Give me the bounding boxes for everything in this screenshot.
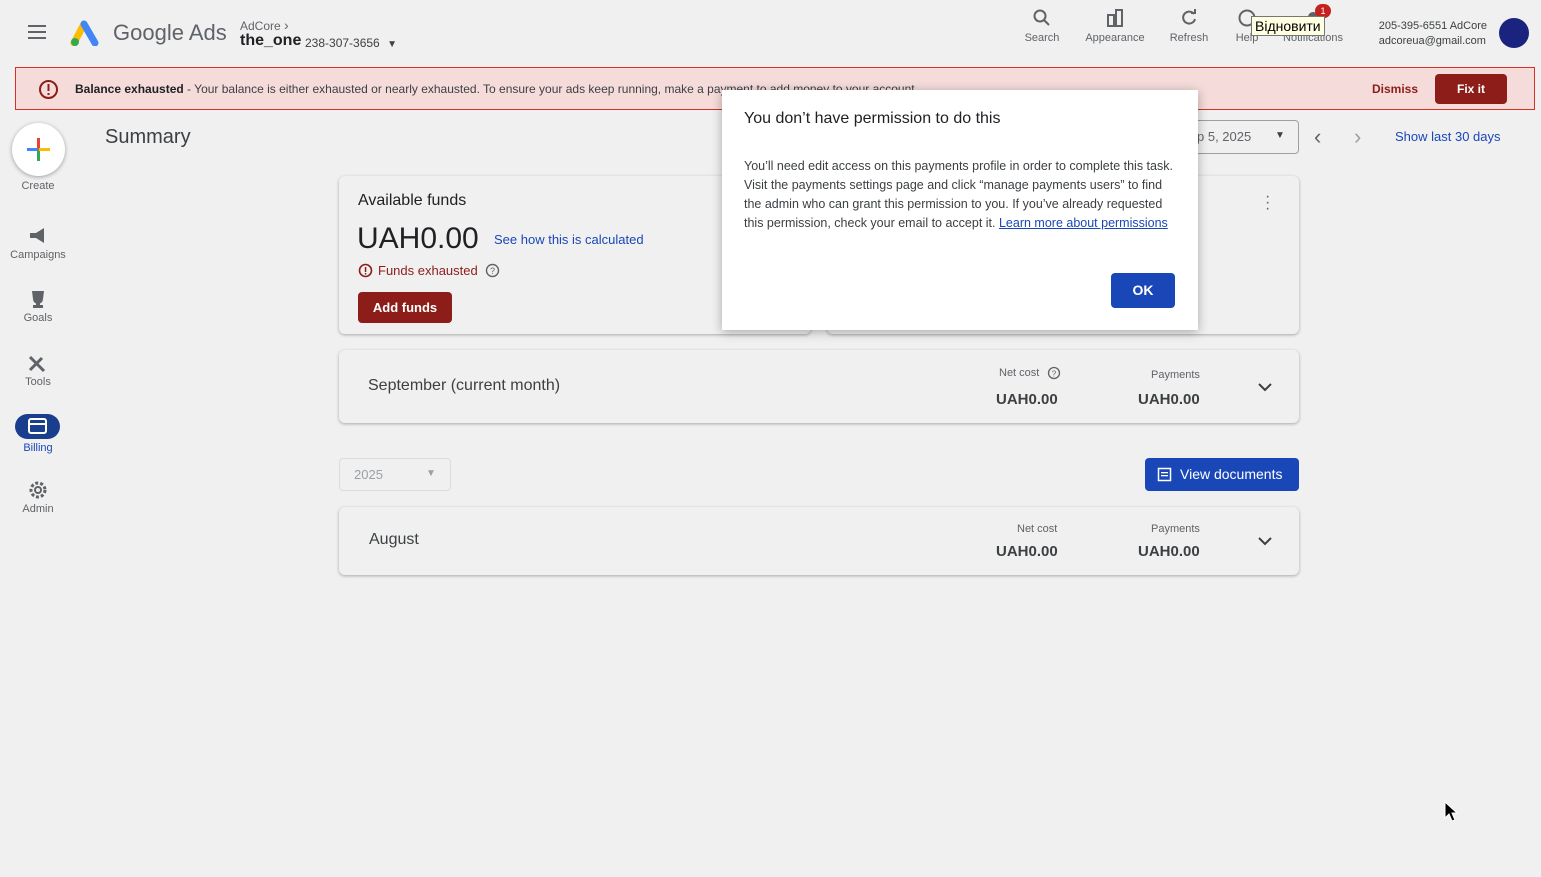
chevron-down-icon[interactable]: [1256, 535, 1274, 547]
net-cost-label: Net cost: [999, 367, 1040, 379]
year-select[interactable]: 2025 ▼: [339, 458, 451, 491]
chevron-right-icon: ›: [284, 17, 289, 33]
avatar[interactable]: [1499, 18, 1529, 48]
chevron-down-icon[interactable]: [1256, 381, 1274, 393]
funds-status: Funds exhausted: [378, 263, 478, 278]
account-parent[interactable]: AdCore ›: [240, 17, 289, 33]
menu-icon[interactable]: [26, 22, 48, 42]
svg-text:?: ?: [1052, 370, 1057, 379]
dialog-title: You don’t have permission to do this: [744, 110, 1001, 127]
create-button[interactable]: [12, 123, 65, 176]
view-documents-label: View documents: [1180, 466, 1283, 482]
current-month-title: September (current month): [368, 377, 561, 394]
view-documents-button[interactable]: View documents: [1145, 458, 1299, 491]
user-phone: 205-395-6551 AdCore: [1378, 20, 1487, 32]
help-icon[interactable]: ?: [1047, 366, 1061, 380]
error-icon: [358, 263, 373, 278]
google-ads-logo[interactable]: [70, 18, 102, 46]
gear-icon: [29, 481, 47, 499]
megaphone-icon: [30, 228, 44, 243]
available-funds-title: Available funds: [358, 192, 467, 209]
refresh-button[interactable]: Refresh: [1165, 8, 1213, 44]
august-title: August: [369, 531, 419, 548]
search-icon: [1033, 9, 1050, 26]
appearance-icon: [1107, 9, 1123, 27]
year-value: 2025: [354, 467, 383, 482]
learn-more-link[interactable]: Learn more about permissions: [999, 216, 1168, 230]
sidebar-item-admin[interactable]: Admin: [0, 480, 76, 515]
document-icon: [1157, 467, 1172, 482]
user-account-info[interactable]: 205-395-6551 AdCore adcoreua@gmail.com: [1379, 19, 1487, 49]
net-cost-value: UAH0.00: [996, 391, 1058, 408]
search-label: Search: [1024, 32, 1060, 44]
sidebar-item-label: Admin: [22, 503, 54, 515]
sidebar-item-tools[interactable]: Tools: [0, 353, 76, 388]
svg-text:?: ?: [490, 266, 495, 276]
dropdown-arrow-icon: ▼: [1275, 130, 1285, 141]
more-options-icon[interactable]: · · ·: [1265, 189, 1270, 217]
search-button[interactable]: Search: [1019, 8, 1065, 44]
brand-name: Google Ads: [113, 20, 227, 45]
previous-period-button[interactable]: ‹: [1314, 124, 1321, 150]
net-cost-value: UAH0.00: [996, 543, 1058, 560]
user-email: adcoreua@gmail.com: [1378, 35, 1486, 47]
available-funds-amount: UAH0.00: [357, 222, 479, 255]
sidebar-item-campaigns[interactable]: Campaigns: [0, 226, 76, 261]
appearance-button[interactable]: Appearance: [1080, 8, 1150, 44]
dialog-body: You’ll need edit access on this payments…: [744, 157, 1180, 233]
show-last-30-days[interactable]: Show last 30 days: [1395, 129, 1501, 144]
trophy-icon: [32, 291, 44, 308]
net-cost-label: Net cost: [1017, 523, 1058, 535]
mouse-cursor-icon: [1444, 801, 1459, 822]
account-id[interactable]: 238-307-3656 ▼: [305, 36, 397, 50]
appearance-label: Appearance: [1085, 32, 1145, 44]
payments-label: Payments: [1151, 523, 1200, 535]
help-icon[interactable]: ?: [485, 263, 500, 278]
permission-dialog: You don’t have permission to do this You…: [722, 90, 1198, 330]
refresh-label: Refresh: [1169, 32, 1209, 44]
next-period-button[interactable]: ›: [1354, 124, 1361, 150]
dismiss-button[interactable]: Dismiss: [1372, 82, 1418, 96]
payments-label: Payments: [1151, 369, 1200, 381]
sidebar-item-label: Tools: [25, 376, 51, 388]
payments-value: UAH0.00: [1138, 391, 1200, 408]
ok-button[interactable]: OK: [1111, 273, 1175, 308]
billing-active-pill[interactable]: [15, 414, 60, 439]
fix-it-button[interactable]: Fix it: [1435, 74, 1507, 104]
plus-icon: [27, 138, 50, 161]
sidebar-item-billing[interactable]: Billing: [0, 442, 76, 454]
add-funds-button[interactable]: Add funds: [358, 292, 452, 323]
refresh-tooltip: Відновити: [1251, 16, 1325, 36]
sidebar-item-label: Campaigns: [10, 249, 66, 261]
refresh-icon: [1182, 9, 1196, 25]
tools-icon: [28, 355, 46, 373]
payments-value: UAH0.00: [1138, 543, 1200, 560]
dropdown-arrow-icon: ▼: [387, 39, 397, 50]
calculation-link[interactable]: See how this is calculated: [494, 232, 644, 247]
august-card[interactable]: [339, 507, 1299, 575]
dropdown-arrow-icon: ▼: [426, 468, 436, 479]
sidebar-item-goals[interactable]: Goals: [0, 289, 76, 324]
error-icon: [39, 80, 58, 99]
account-name[interactable]: the_one: [240, 32, 301, 50]
create-label: Create: [21, 180, 55, 192]
sidebar-item-label: Goals: [23, 312, 53, 324]
date-range-value: p 5, 2025: [1197, 129, 1252, 144]
billing-icon: [28, 418, 47, 434]
page-title: Summary: [105, 126, 191, 148]
